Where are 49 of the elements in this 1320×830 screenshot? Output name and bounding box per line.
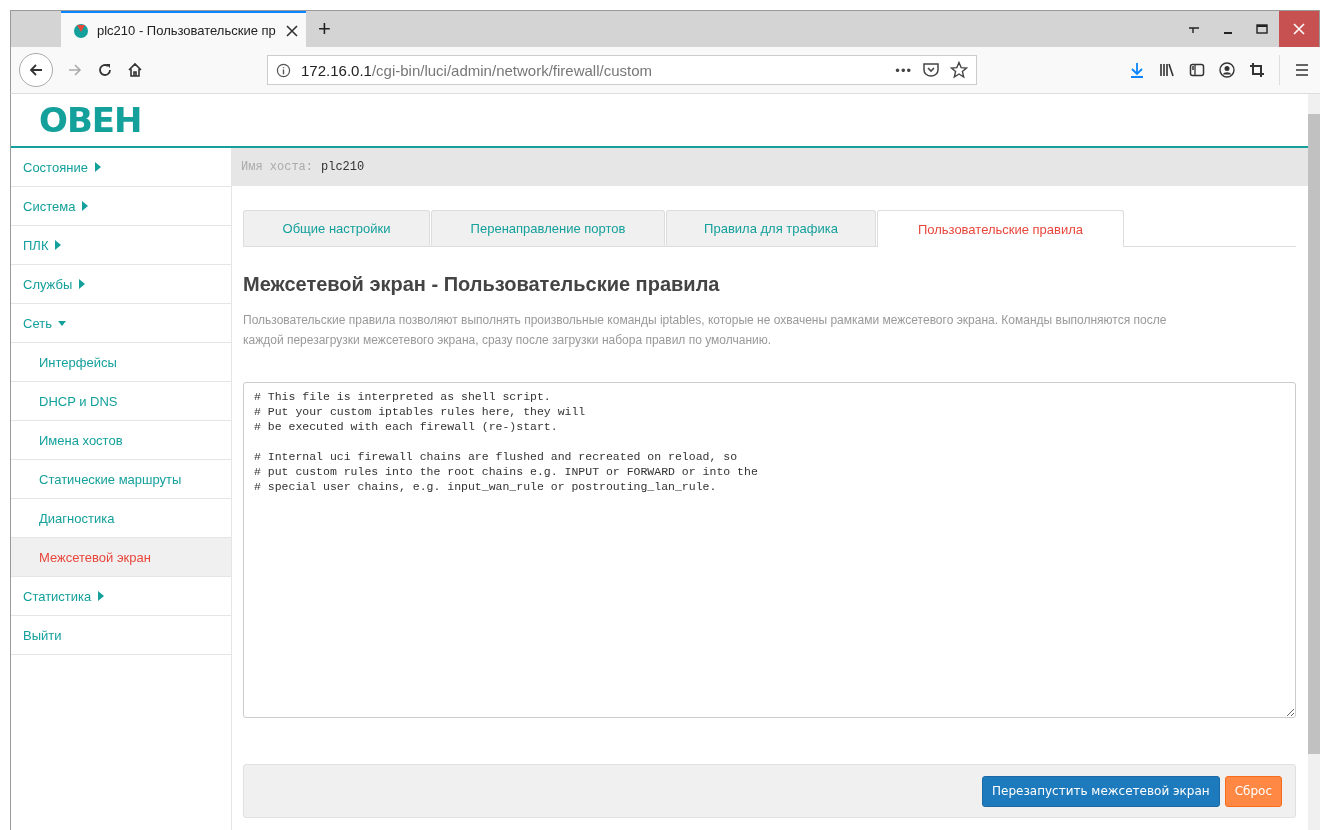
sidebar-item[interactable]: ПЛК [11,226,231,265]
tab-title: plc210 - Пользовательские пр [97,23,277,38]
sidebar-item[interactable]: Службы [11,265,231,304]
pocket-icon[interactable] [922,62,940,78]
info-icon[interactable] [276,62,291,78]
logo: ОВЕН [39,100,142,140]
sidebar-item[interactable]: Сеть [11,304,231,343]
hostname-label: Имя хоста: [241,160,313,174]
new-tab-button[interactable]: + [306,11,343,47]
sidebar-icon[interactable] [1189,62,1205,78]
code-editor[interactable]: # This file is interpreted as shell script. # Put your custom iptables rules here, they will # be executed with each firewall (re-)start. # Internal uci firewall chains are flushed and recreated on reload, so # put custom rules into the root chains e.g. INPUT or FORWARD or into the # special user chains, e.g. input_wan_rule or postrouting_lan_rule. [243,382,1296,718]
menu-icon[interactable] [1294,62,1310,78]
tab[interactable]: Перенаправление портов [431,210,665,246]
library-icon[interactable] [1159,62,1175,78]
sidebar-subitem[interactable]: DHCP и DNS [11,382,231,421]
reset-button[interactable]: Сброс [1224,775,1282,807]
sidebar-item[interactable]: Состояние [11,148,231,187]
close-icon[interactable] [286,24,298,37]
back-arrow-icon [28,62,44,78]
sidebar-subitem[interactable]: Межсетевой экран [11,538,231,577]
description: Пользовательские правила позволяют выполнять произвольные команды iptables, которые не охвачены рамками межсетевого экрана. Команды выполняются после каждой перезагрузки межсетевого экрана, сразу после загрузки набора правил по умолчанию. [243,312,1168,349]
tab[interactable]: Пользовательские правила [877,210,1124,247]
tab[interactable]: Правила для трафика [666,210,876,246]
address-field[interactable]: 172.16.0.1/cgi-bin/luci/admin/network/firewall/custom ••• [267,55,977,85]
download-icon[interactable] [1129,62,1145,78]
scrollbar[interactable] [1308,94,1320,830]
sidebar-item[interactable]: Система [11,187,231,226]
close-icon [1293,23,1305,35]
sidebar-subitem[interactable]: Интерфейсы [11,343,231,382]
reload-icon[interactable] [97,62,113,78]
star-icon[interactable] [950,61,968,79]
hostname-value: plc210 [321,160,365,174]
logo-icon [73,22,89,39]
restart-button[interactable]: Перезапустить межсетевой экран [982,775,1220,807]
url-text: 172.16.0.1/cgi-bin/luci/admin/network/firewall/custom [301,61,652,79]
back-button[interactable] [19,53,53,87]
sidebar-item[interactable]: Статистика [11,577,231,616]
close-window-button[interactable] [1279,11,1319,47]
tab[interactable]: Общие настройки [243,210,430,246]
sidebar-subitem[interactable]: Имена хостов [11,421,231,460]
more-actions-button[interactable]: ••• [895,62,912,78]
page-title: Межсетевой экран - Пользовательские правила [243,273,721,296]
crop-icon[interactable] [1249,62,1265,78]
home-icon[interactable] [127,62,143,78]
sidebar-item[interactable]: Выйти [11,616,231,655]
browser-tab[interactable]: plc210 - Пользовательские пр [61,11,306,48]
account-icon[interactable] [1219,62,1235,78]
sidebar-subitem[interactable]: Статические маршруты [11,460,231,499]
maximize-icon[interactable] [1256,23,1268,35]
